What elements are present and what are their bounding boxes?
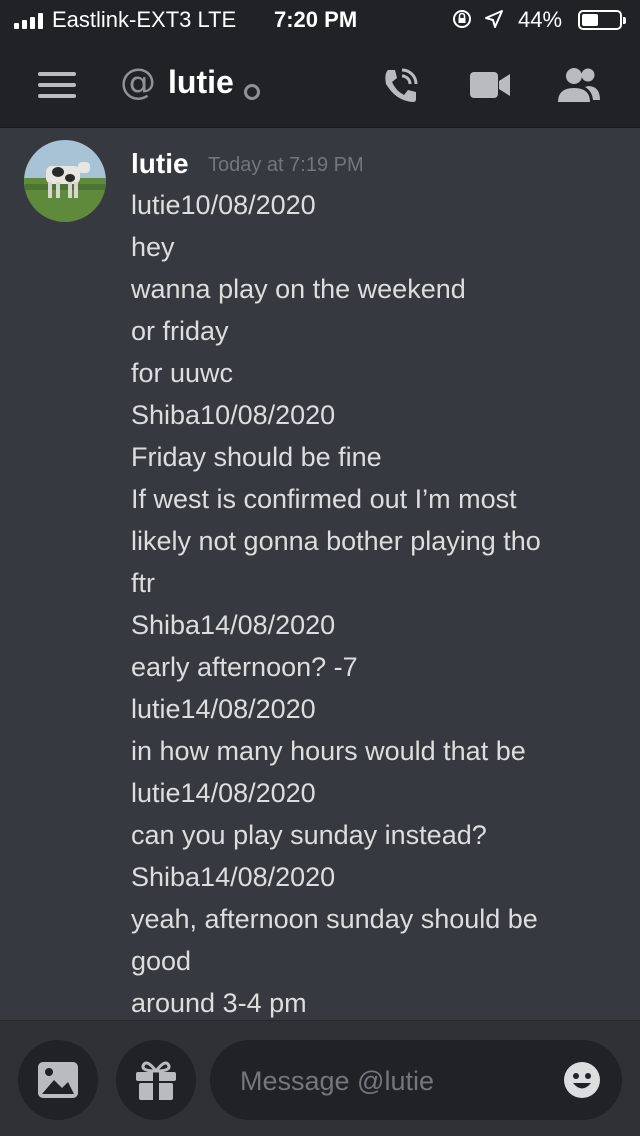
message-line: yeah, afternoon sunday should be	[131, 904, 538, 934]
emoji-icon[interactable]	[562, 1060, 602, 1100]
message-line: in how many hours would that be	[131, 736, 526, 766]
image-icon	[38, 1062, 78, 1098]
message-line: lutie14/08/2020	[131, 694, 316, 724]
message-line: lutie10/08/2020	[131, 190, 316, 220]
clock: 7:20 PM	[274, 7, 358, 32]
status-bar: Eastlink-EXT3 LTE 7:20 PM 44%	[0, 0, 640, 40]
message-line: likely not gonna bother playing tho	[131, 526, 541, 556]
message-line: can you play sunday instead?	[131, 820, 487, 850]
channel-name: lutie	[168, 64, 234, 100]
channel-header: @ lutie	[0, 40, 640, 128]
message-line: for uuwc	[131, 358, 234, 388]
hamburger-menu-icon[interactable]	[38, 72, 76, 98]
gift-button[interactable]	[116, 1040, 196, 1120]
avatar[interactable]	[24, 140, 106, 222]
battery-percent: 44%	[518, 7, 563, 32]
message-line: Shiba10/08/2020	[131, 400, 336, 430]
message-composer	[0, 1020, 640, 1136]
message-line: Friday should be fine	[131, 442, 382, 472]
message-line: hey	[131, 232, 175, 262]
presence-icon	[244, 84, 260, 100]
message-line: or friday	[131, 316, 229, 346]
message-line: good	[131, 946, 192, 976]
upload-image-button[interactable]	[18, 1040, 98, 1120]
voice-call-icon[interactable]	[378, 64, 422, 108]
signal-strength-icon	[14, 13, 43, 29]
gift-icon	[136, 1061, 176, 1100]
message-line: If west is confirmed out I’m most	[131, 484, 517, 514]
message-line: wanna play on the weekend	[131, 274, 466, 304]
at-icon: @	[120, 62, 156, 103]
message-line: lutie14/08/2020	[131, 778, 316, 808]
rotation-lock-icon	[453, 10, 471, 28]
message-line: ftr	[131, 568, 155, 598]
message-content: lutie10/08/2020 hey wanna play on the week…	[131, 184, 611, 1020]
message-line: around 3-4 pm	[131, 988, 307, 1018]
message-timestamp: Today at 7:19 PM	[208, 154, 364, 176]
message-list[interactable]: lutie Today at 7:19 PM lutie10/08/2020 he…	[0, 128, 640, 1020]
video-call-icon[interactable]	[468, 70, 512, 100]
members-icon[interactable]	[554, 66, 602, 104]
message-input-container[interactable]	[210, 1040, 622, 1120]
location-arrow-icon	[485, 10, 503, 28]
message-line: Shiba14/08/2020	[131, 862, 336, 892]
message-line: early afternoon? -7	[131, 652, 358, 682]
battery-icon	[578, 10, 626, 30]
message-line: Shiba14/08/2020	[131, 610, 336, 640]
message-author[interactable]: lutie	[131, 148, 189, 180]
carrier-label: Eastlink-EXT3 LTE	[52, 7, 237, 32]
message-input[interactable]	[238, 1058, 542, 1104]
